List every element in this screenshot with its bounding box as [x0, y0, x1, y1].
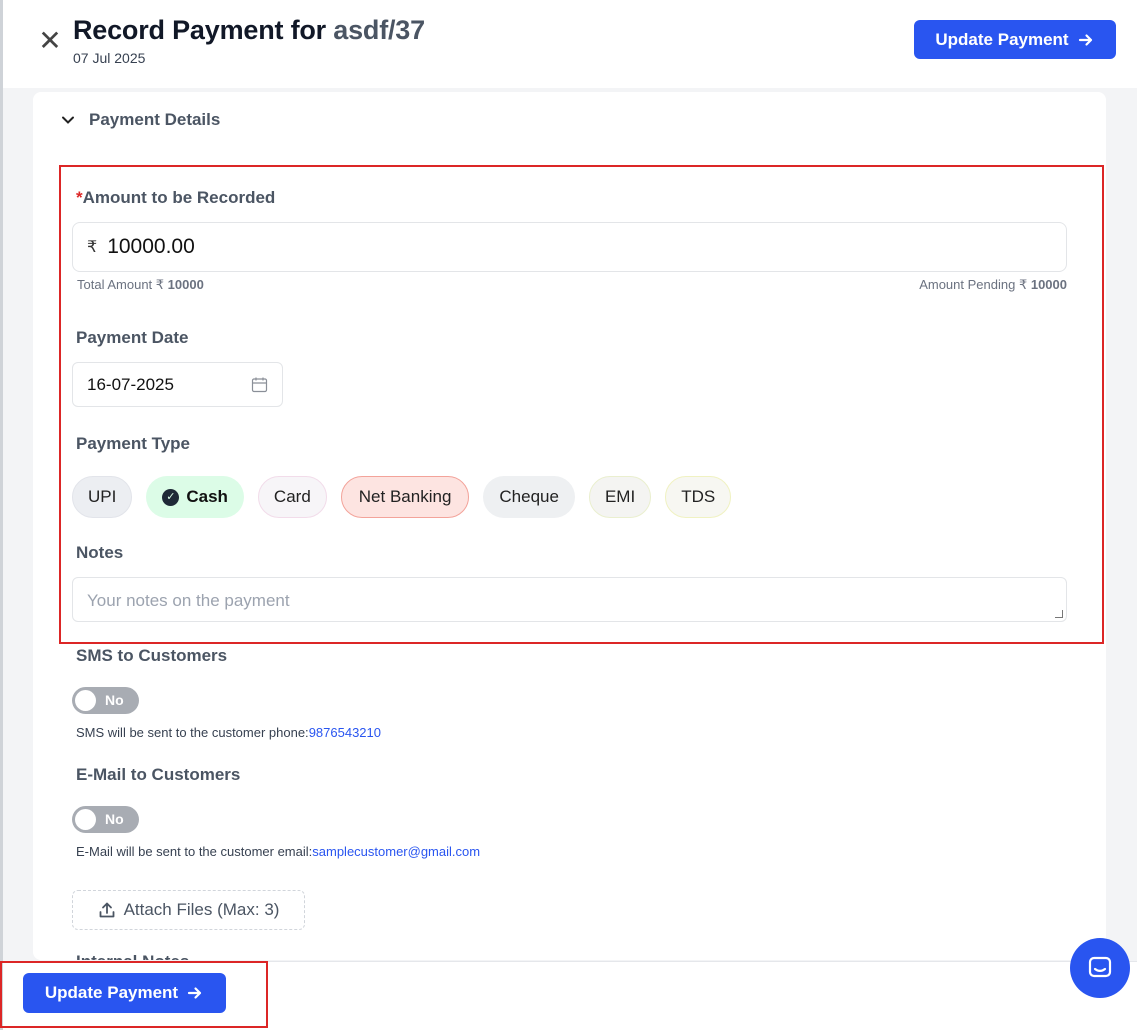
update-payment-button-bottom[interactable]: Update Payment — [23, 973, 226, 1013]
payment-type-cheque[interactable]: Cheque — [483, 476, 575, 518]
email-toggle-text: No — [105, 811, 124, 827]
email-label: E-Mail to Customers — [76, 765, 241, 784]
email-toggle[interactable]: No — [72, 806, 139, 833]
payment-date-value: 16-07-2025 — [87, 374, 174, 394]
chevron-down-icon — [62, 116, 74, 124]
total-amount-value: 10000 — [167, 277, 204, 292]
amount-label: *Amount to be Recorded — [76, 188, 275, 208]
sms-info: SMS will be sent to the customer phone:9… — [76, 725, 381, 740]
toggle-knob — [75, 809, 96, 830]
toggle-knob — [75, 690, 96, 711]
update-payment-button-top[interactable]: Update Payment — [914, 20, 1116, 59]
total-amount-hint: Total Amount ₹ 10000 — [77, 277, 204, 293]
payment-type-upi[interactable]: UPI — [72, 476, 133, 518]
payment-type-emi[interactable]: EMI — [588, 476, 652, 518]
amount-value: 10000.00 — [107, 235, 195, 258]
page-footer: Update Payment — [3, 961, 1137, 1030]
page-title: Record Payment for asdf/37 — [73, 15, 425, 46]
title-prefix: Record Payment for — [73, 15, 326, 45]
payment-type-options: UPI ✓ Cash Card Net Banking Cheque EMI T… — [72, 476, 732, 518]
total-amount-label: Total Amount ₹ — [77, 277, 165, 292]
customer-phone-link[interactable]: 9876543210 — [309, 725, 381, 740]
close-icon[interactable]: ✕ — [37, 27, 63, 55]
payment-date-input[interactable]: 16-07-2025 — [72, 362, 283, 407]
payment-date-label: Payment Date — [76, 328, 189, 347]
email-info: E-Mail will be sent to the customer emai… — [76, 844, 480, 859]
sms-toggle[interactable]: No — [72, 687, 139, 714]
update-payment-label: Update Payment — [935, 29, 1069, 49]
section-title: Payment Details — [89, 110, 221, 129]
amount-pending-label: Amount Pending ₹ — [919, 277, 1028, 292]
payment-type-cash[interactable]: ✓ Cash — [146, 476, 244, 518]
sms-label: SMS to Customers — [76, 646, 228, 665]
amount-label-text: Amount to be Recorded — [82, 188, 276, 207]
required-mark: * — [76, 188, 83, 207]
invoice-ref: asdf/37 — [333, 15, 425, 45]
sms-toggle-text: No — [105, 692, 124, 708]
check-circle-icon: ✓ — [162, 488, 180, 506]
page-date: 07 Jul 2025 — [73, 50, 146, 66]
arrow-right-icon — [1078, 33, 1092, 46]
amount-pending-value: 10000 — [1030, 277, 1067, 292]
customer-email-link[interactable]: samplecustomer@gmail.com — [312, 844, 480, 859]
page-header: ✕ Record Payment for asdf/37 07 Jul 2025… — [3, 0, 1137, 88]
update-payment-label: Update Payment — [44, 983, 179, 1002]
payment-type-net-banking[interactable]: Net Banking — [340, 476, 470, 518]
payment-details-toggle[interactable]: Payment Details — [61, 110, 220, 130]
notes-textarea[interactable]: Your notes on the payment — [72, 577, 1067, 622]
upload-icon — [99, 902, 114, 918]
arrow-right-icon — [187, 987, 202, 999]
internal-notes-label[interactable]: Internal Notes — [76, 952, 189, 960]
currency-symbol: ₹ — [87, 239, 98, 256]
left-edge-divider — [0, 0, 3, 1030]
calendar-icon[interactable] — [251, 376, 268, 393]
notes-placeholder: Your notes on the payment — [87, 591, 290, 610]
payment-type-tds[interactable]: TDS — [665, 476, 732, 518]
attach-files-button[interactable]: Attach Files (Max: 3) — [72, 890, 305, 930]
attach-files-label: Attach Files (Max: 3) — [123, 900, 280, 919]
chat-icon — [1088, 956, 1112, 978]
email-info-text: E-Mail will be sent to the customer emai… — [76, 844, 313, 859]
payment-type-label: Payment Type — [76, 434, 191, 453]
amount-pending-hint: Amount Pending ₹ 10000 — [919, 277, 1067, 293]
payment-type-cash-label: Cash — [186, 487, 228, 506]
resize-handle-icon[interactable] — [1055, 610, 1063, 618]
payment-type-card[interactable]: Card — [257, 476, 327, 518]
payment-form-card: Payment Details *Amount to be Recorded ₹… — [33, 92, 1106, 960]
amount-input[interactable]: ₹ 10000.00 — [72, 222, 1067, 272]
notes-label: Notes — [76, 543, 124, 562]
sms-info-text: SMS will be sent to the customer phone: — [76, 725, 309, 740]
chat-support-button[interactable] — [1070, 938, 1130, 998]
